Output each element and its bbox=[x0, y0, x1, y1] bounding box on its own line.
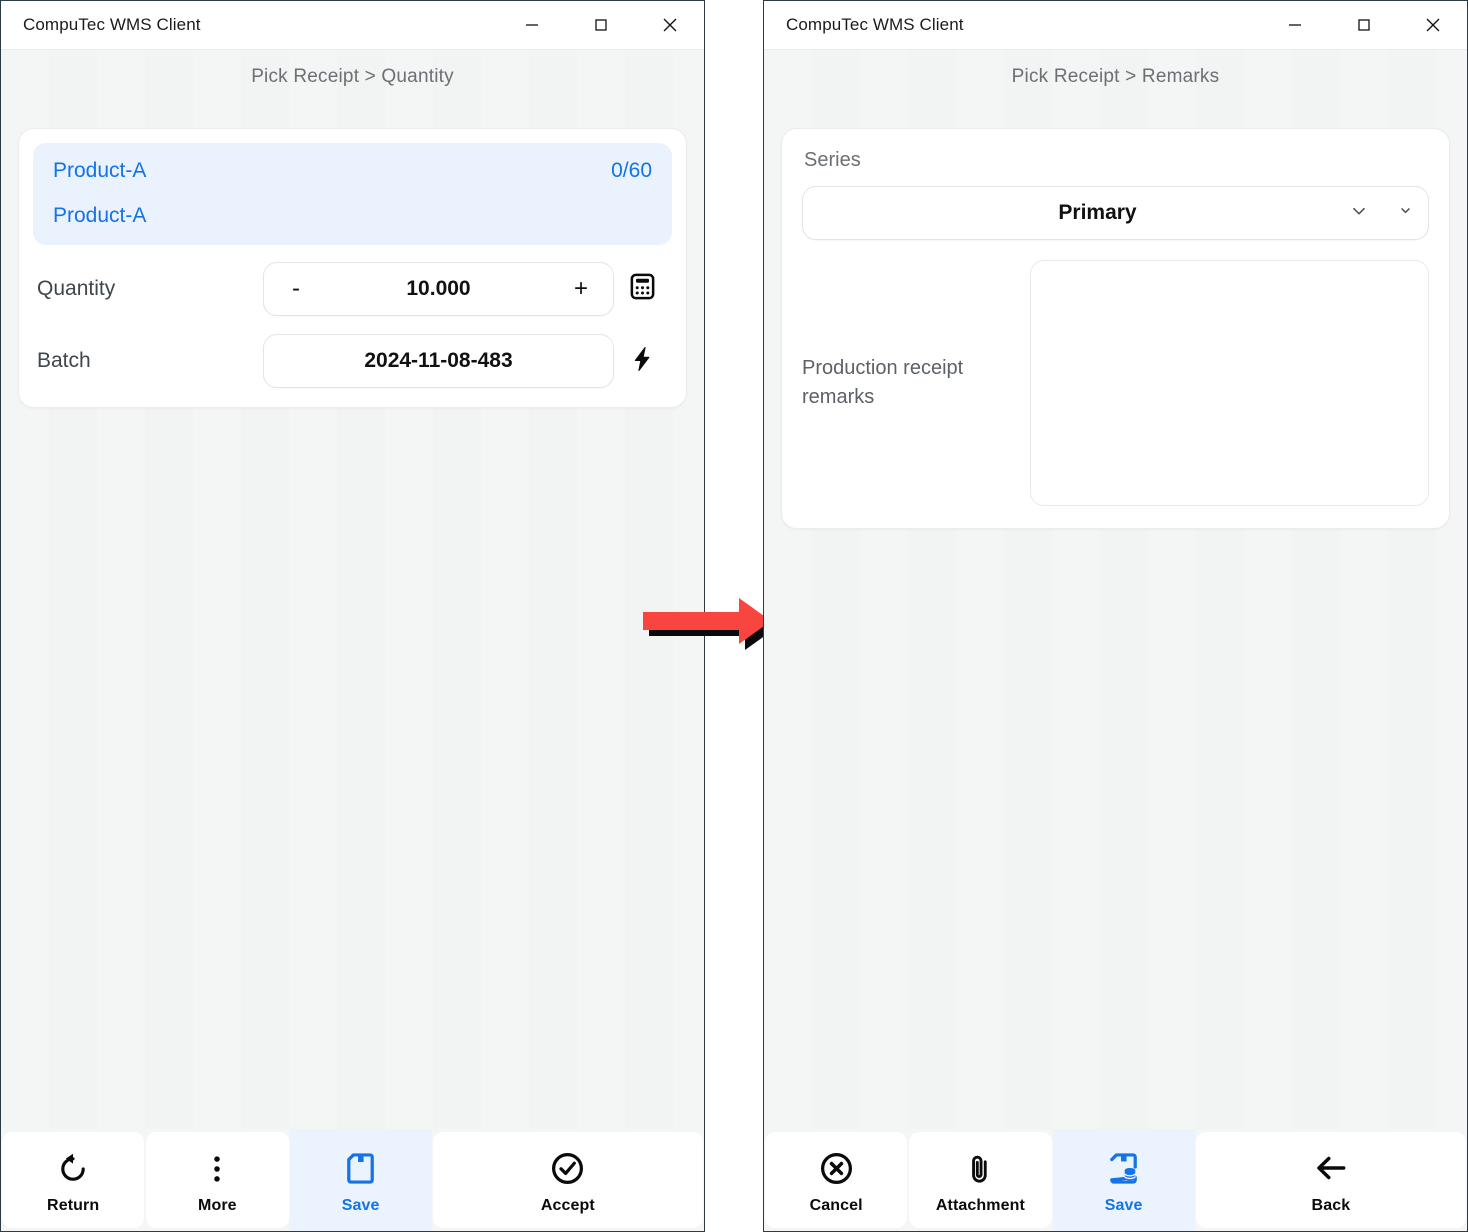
lightning-bolt-icon bbox=[628, 345, 656, 378]
calculator-icon bbox=[628, 272, 657, 306]
quantity-card: Product-A 0/60 Product-A Quantity - 10.0… bbox=[18, 128, 687, 409]
remarks-textarea[interactable] bbox=[1030, 260, 1429, 506]
minimize-button[interactable] bbox=[497, 1, 566, 49]
toolbar-label-save: Save bbox=[341, 1197, 380, 1214]
quantity-increment-button[interactable]: + bbox=[549, 277, 613, 301]
series-selected-value: Primary bbox=[1058, 201, 1137, 224]
screenshot-stage: CompuTec WMS Client Pick Receipt > Quant… bbox=[0, 0, 1468, 1232]
toolbar-button-save[interactable]: Save bbox=[289, 1129, 432, 1231]
series-label: Series bbox=[804, 149, 861, 171]
toolbar-button-accept[interactable]: Accept bbox=[432, 1132, 704, 1228]
product-description-row: Product-A bbox=[53, 204, 652, 227]
batch-field-row: Batch 2024-11-08-483 bbox=[19, 333, 686, 389]
toolbar-label-back: Back bbox=[1311, 1197, 1351, 1214]
floppy-disk-database-icon bbox=[1105, 1145, 1142, 1187]
maximize-icon bbox=[591, 15, 611, 35]
quantity-field-row: Quantity - 10.000 + bbox=[19, 261, 686, 317]
left-toolbar: Return More Save Accept bbox=[1, 1129, 704, 1231]
close-icon bbox=[659, 14, 681, 36]
right-window-title: CompuTec WMS Client bbox=[786, 15, 964, 34]
chevron-down-icon bbox=[1348, 200, 1370, 227]
remarks-label: Production receipt remarks bbox=[802, 357, 964, 408]
left-window-title: CompuTec WMS Client bbox=[23, 15, 201, 34]
right-body: Pick Receipt > Remarks Series Primary Pr… bbox=[764, 50, 1467, 1129]
left-body: Pick Receipt > Quantity Product-A 0/60 P… bbox=[1, 50, 704, 1129]
right-title-bar: CompuTec WMS Client bbox=[764, 1, 1467, 50]
left-window-controls bbox=[497, 1, 704, 49]
left-breadcrumb: Pick Receipt > Quantity bbox=[251, 66, 454, 87]
quantity-stepper[interactable]: - 10.000 + bbox=[263, 262, 614, 317]
toolbar-button-back[interactable]: Back bbox=[1195, 1132, 1467, 1228]
maximize-icon bbox=[1354, 15, 1374, 35]
window-gap bbox=[643, 0, 777, 1232]
product-description: Product-A bbox=[53, 204, 147, 228]
toolbar-label-cancel: Cancel bbox=[809, 1197, 863, 1214]
series-dropdown-toggle[interactable] bbox=[1336, 200, 1382, 227]
maximize-button[interactable] bbox=[566, 1, 635, 49]
remarks-card: Series Primary Production receipt remark… bbox=[781, 128, 1450, 529]
close-button[interactable] bbox=[635, 1, 704, 49]
minimize-button[interactable] bbox=[1260, 1, 1329, 49]
floppy-disk-icon bbox=[342, 1145, 379, 1187]
quantity-label: Quantity bbox=[37, 277, 116, 301]
check-circle-icon bbox=[549, 1145, 586, 1187]
series-select[interactable]: Primary bbox=[802, 186, 1429, 240]
calculator-button[interactable] bbox=[614, 272, 670, 306]
batch-label: Batch bbox=[37, 349, 91, 373]
toolbar-button-attachment[interactable]: Attachment bbox=[909, 1132, 1052, 1228]
minimize-icon bbox=[1285, 15, 1305, 35]
quantity-value[interactable]: 10.000 bbox=[328, 277, 549, 301]
paperclip-icon bbox=[962, 1145, 998, 1187]
minimize-icon bbox=[522, 15, 542, 35]
maximize-button[interactable] bbox=[1329, 1, 1398, 49]
product-progress-count: 0/60 bbox=[611, 159, 652, 182]
toolbar-button-cancel[interactable]: Cancel bbox=[765, 1132, 908, 1228]
chevron-down-small-icon bbox=[1398, 203, 1413, 223]
product-name: Product-A bbox=[53, 159, 147, 182]
left-window: CompuTec WMS Client Pick Receipt > Quant… bbox=[0, 0, 705, 1232]
series-expand-toggle[interactable] bbox=[1382, 203, 1428, 223]
toolbar-button-save[interactable]: Save bbox=[1052, 1129, 1195, 1231]
right-window: CompuTec WMS Client Pick Receipt > Remar… bbox=[763, 0, 1468, 1232]
quantity-decrement-button[interactable]: - bbox=[264, 277, 328, 301]
product-header-row: Product-A 0/60 bbox=[53, 159, 652, 182]
right-breadcrumb: Pick Receipt > Remarks bbox=[1011, 66, 1220, 87]
batch-value[interactable]: 2024-11-08-483 bbox=[264, 349, 613, 373]
toolbar-label-attachment: Attachment bbox=[935, 1197, 1025, 1214]
dots-vertical-icon bbox=[199, 1145, 235, 1187]
left-title-bar: CompuTec WMS Client bbox=[1, 1, 704, 50]
batch-generate-button[interactable] bbox=[614, 345, 670, 378]
right-toolbar: Cancel Attachment Save Back bbox=[764, 1129, 1467, 1231]
product-summary[interactable]: Product-A 0/60 Product-A bbox=[33, 143, 672, 246]
right-window-controls bbox=[1260, 1, 1467, 49]
close-icon bbox=[1422, 14, 1444, 36]
toolbar-label-more: More bbox=[198, 1197, 237, 1214]
close-circle-icon bbox=[818, 1145, 855, 1187]
toolbar-label-save: Save bbox=[1104, 1197, 1143, 1214]
undo-rotate-icon bbox=[55, 1145, 91, 1187]
batch-input[interactable]: 2024-11-08-483 bbox=[263, 334, 614, 389]
toolbar-label-return: Return bbox=[47, 1197, 100, 1214]
arrow-left-icon bbox=[1312, 1145, 1350, 1187]
remarks-row: Production receipt remarks bbox=[802, 260, 1429, 506]
toolbar-button-return[interactable]: Return bbox=[2, 1132, 145, 1228]
close-button[interactable] bbox=[1398, 1, 1467, 49]
toolbar-label-accept: Accept bbox=[540, 1197, 595, 1214]
toolbar-button-more[interactable]: More bbox=[146, 1132, 289, 1228]
